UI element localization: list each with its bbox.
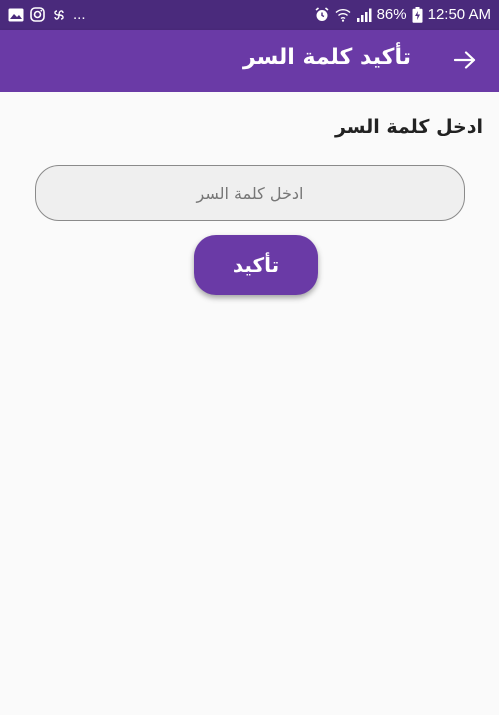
gallery-icon <box>8 8 24 22</box>
wifi-icon <box>335 8 351 22</box>
signal-icon <box>356 8 372 22</box>
status-left: ... <box>8 6 86 23</box>
alarm-icon <box>314 7 330 22</box>
battery-percent: 86% <box>376 6 407 23</box>
pinwheel-icon <box>51 7 67 23</box>
battery-icon <box>412 6 423 23</box>
status-time: 12:50 AM <box>427 6 491 23</box>
confirm-button[interactable]: تأكيد <box>194 235 318 295</box>
status-right: 86% 12:50 AM <box>314 6 491 23</box>
password-input[interactable] <box>35 165 465 221</box>
status-overflow-text: ... <box>73 6 86 23</box>
app-bar: تأكيد كلمة السر <box>0 30 499 92</box>
back-button[interactable] <box>449 44 481 76</box>
page-title: تأكيد كلمة السر <box>242 45 411 70</box>
instagram-icon <box>30 7 45 22</box>
password-label: ادخل كلمة السر <box>334 116 483 138</box>
status-bar: ... 86% 12:50 AM <box>0 0 499 30</box>
main-content: ادخل كلمة السر تأكيد <box>0 92 499 715</box>
arrow-icon <box>454 51 476 69</box>
